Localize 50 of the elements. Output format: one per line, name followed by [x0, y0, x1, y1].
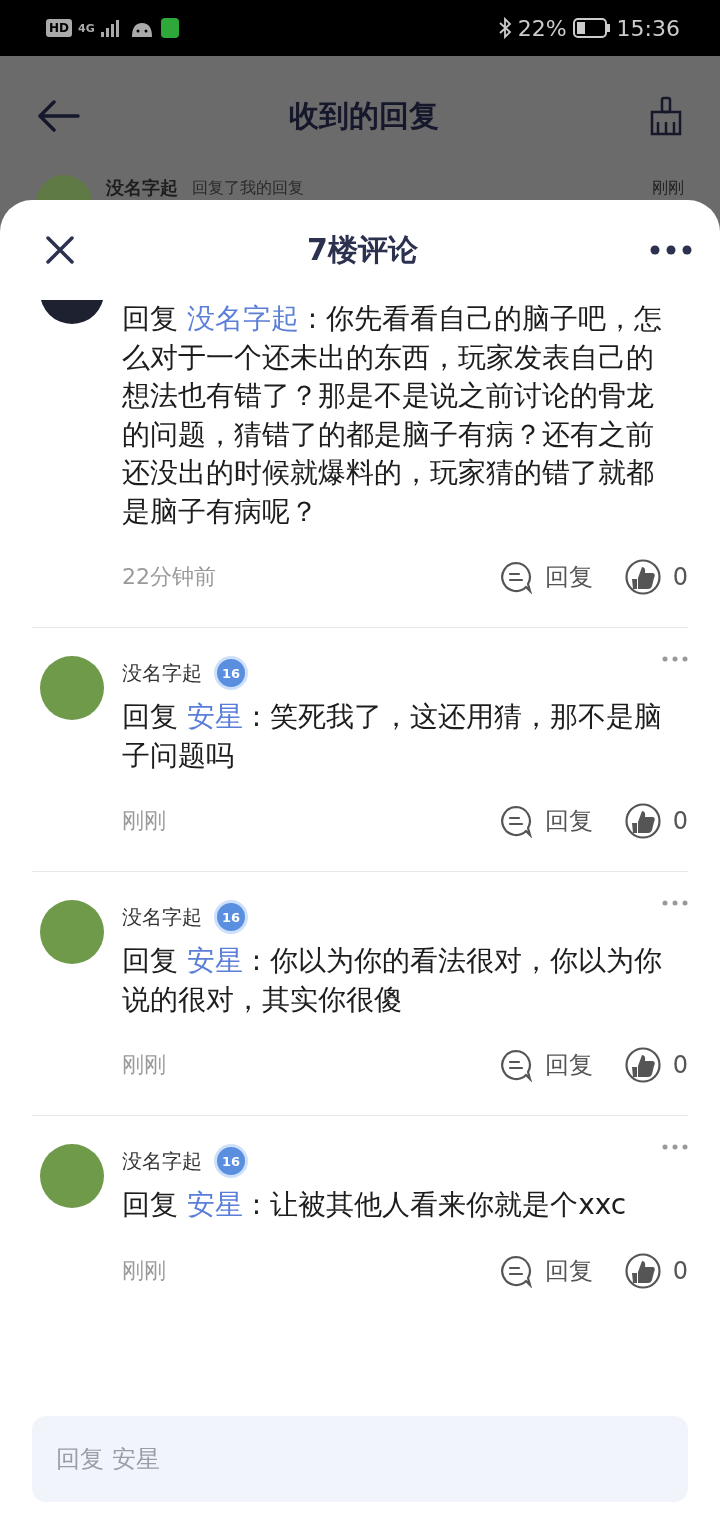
page-title: 收到的回复 — [289, 96, 439, 135]
comment-time: 刚刚 — [122, 1051, 167, 1079]
comment-text: 回复 安星 : 你以为你的看法很对，你以为你说的很对，其实你很傻 — [122, 943, 664, 1018]
comment-icon — [498, 804, 533, 838]
comment-icon — [498, 1253, 533, 1288]
thumbs-up-icon — [624, 1252, 661, 1289]
back-icon[interactable] — [36, 100, 80, 132]
thumbs-up-icon — [624, 803, 661, 839]
comment-text: 回复 安星 : 让被其他人看来你就是个xxc — [122, 1187, 628, 1223]
comment-time: 刚刚 — [122, 807, 167, 835]
clock-time: 15:36 — [616, 15, 680, 41]
user-name[interactable]: 没名字起 — [122, 1147, 202, 1175]
mention-link[interactable]: 安星 — [186, 700, 243, 733]
level-badge: 16 — [214, 1144, 248, 1178]
reply-button[interactable]: 回复 — [498, 1253, 593, 1288]
user-name[interactable]: 没名字起 — [122, 903, 202, 931]
comment-icon — [498, 1048, 533, 1082]
comment-icon — [498, 560, 533, 594]
notification-time: 刚刚 — [652, 177, 684, 199]
network-label: 4G — [78, 21, 95, 35]
hd-badge: HD — [46, 19, 72, 37]
like-button[interactable]: 0 — [624, 559, 688, 595]
like-button[interactable]: 0 — [624, 1047, 688, 1083]
reply-button[interactable]: 回复 — [498, 560, 593, 594]
comment-text: 回复 没名字起 : 你先看看自己的脑子吧，怎么对于一个还未出的东西，玩家发表自己的想法也有错了？那是不是说之前讨论的骨龙的问题，猜错了的都是脑子有病？还有之前还没出的时候就爆料的，玩家猜的错了就都是脑子有病呢？ — [122, 301, 664, 530]
bluetooth-icon — [497, 17, 512, 39]
sheet-title: 7楼评论 — [307, 230, 418, 269]
like-button[interactable]: 0 — [624, 803, 688, 839]
level-badge: 16 — [214, 900, 248, 934]
reply-button[interactable]: 回复 — [498, 804, 593, 838]
close-icon[interactable] — [45, 235, 75, 265]
comment-time: 22分钟前 — [122, 563, 217, 591]
like-button[interactable]: 0 — [624, 1252, 688, 1289]
thumbs-up-icon — [624, 559, 661, 595]
level-badge: 16 — [214, 656, 248, 690]
user-name[interactable]: 没名字起 — [122, 659, 202, 687]
notification-text: 回复了我的回复 — [192, 177, 304, 199]
reply-input-field[interactable]: 回复 安星 — [32, 1416, 688, 1502]
broom-icon[interactable] — [648, 96, 684, 136]
battery-percent: 22% — [517, 15, 567, 41]
mention-link[interactable]: 安星 — [186, 944, 243, 977]
battery-icon — [572, 18, 611, 38]
mention-link[interactable]: 安星 — [186, 1188, 243, 1221]
comment-time: 刚刚 — [122, 1256, 167, 1285]
thumbs-up-icon — [624, 1047, 661, 1083]
user-name: 没名字起 — [106, 176, 178, 200]
comment-text: 回复 安星 : 笑死我了，这还用猜，那不是脑子问题吗 — [122, 699, 664, 774]
mention-link[interactable]: 没名字起 — [186, 302, 299, 335]
reply-button[interactable]: 回复 — [498, 1048, 593, 1082]
more-icon[interactable] — [650, 245, 692, 255]
